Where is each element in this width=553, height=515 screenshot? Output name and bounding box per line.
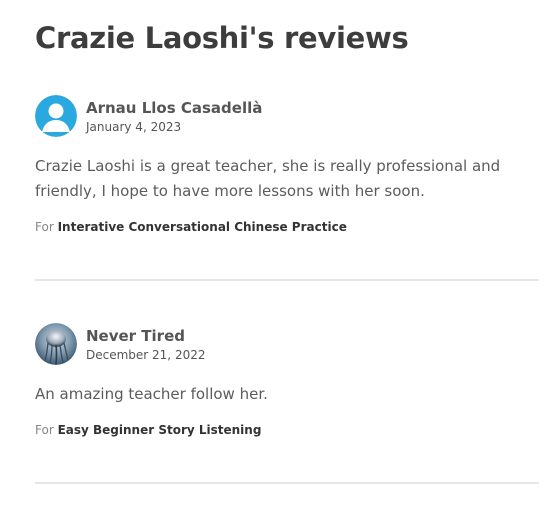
course-link[interactable]: Interative Conversational Chinese Practi… xyxy=(58,220,347,234)
review-card: Arnau Llos Casadellà January 4, 2023 Cra… xyxy=(35,95,539,235)
reviewer-header: Arnau Llos Casadellà January 4, 2023 xyxy=(35,95,539,137)
default-user-avatar-icon[interactable] xyxy=(35,95,77,137)
course-prefix: For xyxy=(35,423,54,437)
reviewer-name[interactable]: Never Tired xyxy=(86,326,205,346)
review-date: January 4, 2023 xyxy=(86,119,182,134)
divider xyxy=(35,482,539,484)
jellyfish-photo-avatar[interactable] xyxy=(35,323,77,365)
review-text: Crazie Laoshi is a great teacher, she is… xyxy=(35,157,501,200)
course-prefix: For xyxy=(35,220,54,234)
review-text: An amazing teacher follow her. xyxy=(35,385,268,403)
review-date: December 21, 2022 xyxy=(86,347,206,362)
reviewer-header: Never Tired December 21, 2022 xyxy=(35,323,539,365)
review-course: For Easy Beginner Story Listening xyxy=(35,422,539,438)
review-card: Never Tired December 21, 2022 An amazing… xyxy=(35,281,539,438)
reviewer-name[interactable]: Arnau Llos Casadellà xyxy=(86,98,262,118)
review-course: For Interative Conversational Chinese Pr… xyxy=(35,219,539,235)
reviewer-meta: Never Tired December 21, 2022 xyxy=(86,326,205,363)
reviews-page: Crazie Laoshi's reviews Arnau Llos Casad… xyxy=(0,0,553,515)
page-title: Crazie Laoshi's reviews xyxy=(35,21,409,55)
reviewer-meta: Arnau Llos Casadellà January 4, 2023 xyxy=(86,98,262,135)
course-link[interactable]: Easy Beginner Story Listening xyxy=(58,423,262,437)
